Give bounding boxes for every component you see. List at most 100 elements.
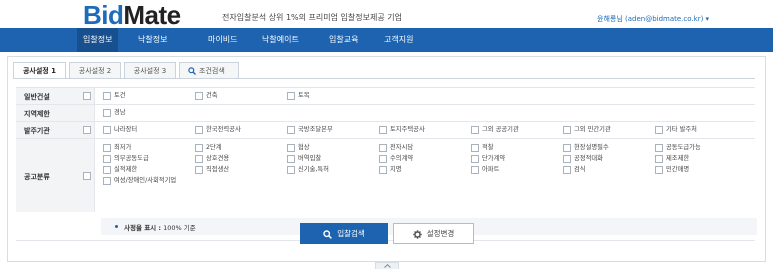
checkbox[interactable] [471, 166, 479, 174]
collapse-toggle[interactable] [375, 262, 399, 269]
tab-condition-label: 조건검색 [199, 67, 225, 75]
checkbox[interactable] [471, 155, 479, 163]
nav-item-award-info[interactable]: 낙찰정보 [138, 28, 167, 52]
option-label: 적찰 [482, 144, 494, 151]
row-notice-type: 공고분류 최저가 2단계 협상 전자시담 적찰 현장설명필수 공동도급가능 의무… [16, 138, 755, 212]
option-label: 공동도급가능 [666, 144, 701, 151]
option-label: 국방조달본부 [298, 126, 333, 133]
row-region: 지역제한 경남 [16, 104, 755, 121]
option-label: 기타 발주처 [666, 126, 697, 133]
checkbox[interactable] [195, 92, 203, 100]
checkbox[interactable] [287, 92, 295, 100]
option-label: 직접생산 [206, 166, 230, 173]
option-label: 전자시담 [390, 144, 414, 151]
checkbox[interactable] [103, 144, 111, 152]
checkbox[interactable] [379, 144, 387, 152]
checkbox[interactable] [195, 144, 203, 152]
option-label: 2단계 [206, 144, 222, 151]
tab-setting-1[interactable]: 공사설정 1 [13, 62, 66, 79]
checkbox[interactable] [287, 126, 295, 134]
logo-mate: Mate [123, 0, 181, 30]
checkbox[interactable] [379, 166, 387, 174]
bullet-icon [115, 225, 118, 228]
checkbox[interactable] [103, 126, 111, 134]
search-icon [323, 229, 333, 239]
checkbox[interactable] [103, 155, 111, 163]
change-settings-button[interactable]: 설정변경 [393, 223, 474, 244]
checkbox[interactable] [103, 92, 111, 100]
row-header: 발주기관 [16, 122, 95, 138]
option-label: 상호견용 [206, 155, 230, 162]
option-label: 그외 공공기관 [482, 126, 519, 133]
option-label: 토건 [114, 92, 126, 99]
row-label: 발주기관 [24, 127, 50, 135]
checkbox[interactable] [287, 166, 295, 174]
option-label: 토목 [298, 92, 310, 99]
rate-note-label: 사정율 표시 : [124, 224, 162, 232]
nav-item-award-rate[interactable]: 낙찰예이트 [262, 28, 299, 52]
checkbox[interactable] [103, 166, 111, 174]
rate-note-text: 사정율 표시 : 100% 기준 [124, 222, 196, 232]
select-all-checkbox[interactable] [83, 92, 91, 100]
checkbox[interactable] [287, 144, 295, 152]
option-label: 나라장터 [114, 126, 138, 133]
row-label: 일반건설 [24, 93, 50, 101]
row-label: 지역제한 [24, 110, 50, 118]
checkbox[interactable] [103, 109, 111, 117]
option-label: 버역입찰 [298, 155, 322, 162]
checkbox[interactable] [195, 155, 203, 163]
tab-setting-3[interactable]: 공사설정 3 [124, 62, 176, 79]
checkbox[interactable] [655, 166, 663, 174]
option-label: 최저가 [114, 144, 132, 151]
checkbox[interactable] [655, 144, 663, 152]
checkbox[interactable] [563, 144, 571, 152]
option-label: 한국전력공사 [206, 126, 241, 133]
option-label: 여성/장애인/사회적기업 [114, 177, 177, 184]
option-label: 건축 [206, 92, 218, 99]
option-label: 단가계약 [482, 155, 506, 162]
tagline: 전자입찰분석 상위 1%의 프리미엄 입찰정보제공 기업 [222, 13, 402, 22]
option-label: 지명 [390, 166, 402, 173]
checkbox[interactable] [379, 155, 387, 163]
option-label: 검식 [574, 166, 586, 173]
checkbox[interactable] [287, 155, 295, 163]
checkbox[interactable] [195, 166, 203, 174]
option-label: 아파트 [482, 166, 500, 173]
checkbox[interactable] [379, 126, 387, 134]
nav-item-support[interactable]: 고객지원 [384, 28, 413, 52]
checkbox[interactable] [471, 144, 479, 152]
option-label: 수의계약 [390, 155, 414, 162]
row-header: 공고분류 [16, 139, 95, 212]
checkbox[interactable] [103, 177, 111, 185]
user-menu[interactable]: 윤해룡님 (aden@bidmate.co.kr) ▾ [597, 14, 709, 24]
option-label: 실적제한 [114, 166, 138, 173]
option-label: 공정적대화 [574, 155, 603, 162]
checkbox[interactable] [563, 166, 571, 174]
select-all-checkbox[interactable] [83, 126, 91, 134]
logo-bid: Bid [83, 0, 124, 30]
tab-condition-search[interactable]: 조건검색 [179, 62, 239, 79]
option-label: 경남 [114, 109, 126, 116]
checkbox[interactable] [655, 126, 663, 134]
option-label: 제조제한 [666, 155, 690, 162]
rate-note-value: 100% 기준 [163, 224, 196, 232]
nav-item-education[interactable]: 입찰교육 [329, 28, 358, 52]
checkbox[interactable] [195, 126, 203, 134]
nav-item-bid-info[interactable]: 입찰정보 [77, 28, 119, 52]
checkbox[interactable] [563, 155, 571, 163]
row-header: 지역제한 [16, 105, 95, 121]
option-label: 신기술,특허 [298, 166, 329, 173]
chevron-up-icon [384, 264, 391, 268]
row-label: 공고분류 [24, 173, 50, 181]
bid-search-button[interactable]: 입찰검색 [300, 223, 388, 244]
checkbox[interactable] [563, 126, 571, 134]
checkbox[interactable] [471, 126, 479, 134]
nav-item-mybid[interactable]: 마이비드 [208, 28, 237, 52]
main-nav: 입찰정보 낙찰정보 마이비드 낙찰예이트 입찰교육 고객지원 [0, 28, 773, 76]
checkbox[interactable] [655, 155, 663, 163]
logo[interactable]: BidMate [83, 1, 181, 29]
option-label: 그외 민간기관 [574, 126, 611, 133]
top-bar: BidMate 전자입찰분석 상위 1%의 프리미엄 입찰정보제공 기업 윤해룡… [0, 0, 773, 29]
select-all-checkbox[interactable] [83, 172, 91, 180]
tab-setting-2[interactable]: 공사설정 2 [69, 62, 121, 79]
